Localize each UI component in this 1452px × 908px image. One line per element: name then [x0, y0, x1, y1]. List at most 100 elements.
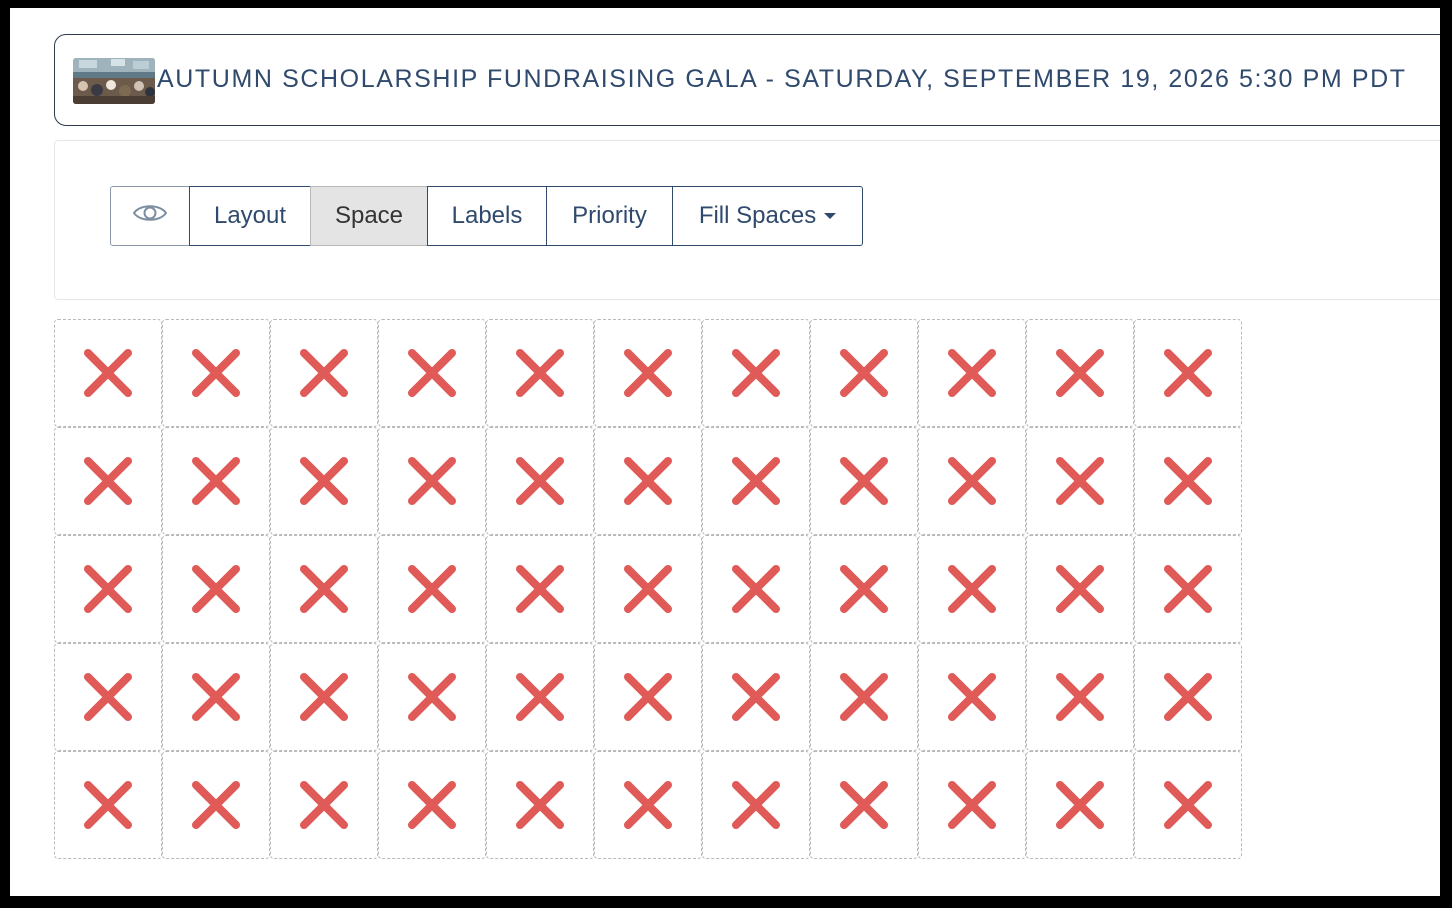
- x-mark-icon: [730, 671, 782, 723]
- event-title: AUTUMN SCHOLARSHIP FUNDRAISING GALA - SA…: [157, 65, 1407, 93]
- seat-cell[interactable]: [162, 319, 270, 427]
- x-mark-icon: [298, 779, 350, 831]
- seat-cell[interactable]: [54, 535, 162, 643]
- x-mark-icon: [838, 779, 890, 831]
- seat-cell[interactable]: [378, 751, 486, 859]
- seat-cell[interactable]: [594, 427, 702, 535]
- seat-cell[interactable]: [1026, 319, 1134, 427]
- seat-cell[interactable]: [918, 643, 1026, 751]
- seat-cell[interactable]: [1026, 535, 1134, 643]
- seat-cell[interactable]: [162, 643, 270, 751]
- seat-cell[interactable]: [810, 427, 918, 535]
- seat-cell[interactable]: [810, 643, 918, 751]
- x-mark-icon: [190, 779, 242, 831]
- seat-cell[interactable]: [594, 535, 702, 643]
- x-mark-icon: [82, 455, 134, 507]
- fill-spaces-dropdown-button[interactable]: Fill Spaces: [672, 186, 863, 246]
- seat-cell[interactable]: [594, 319, 702, 427]
- x-mark-icon: [298, 563, 350, 615]
- seat-cell[interactable]: [1026, 751, 1134, 859]
- x-mark-icon: [298, 347, 350, 399]
- seat-cell[interactable]: [270, 643, 378, 751]
- seat-cell[interactable]: [918, 319, 1026, 427]
- priority-button-label: Priority: [572, 202, 647, 229]
- seat-cell[interactable]: [162, 427, 270, 535]
- seat-cell[interactable]: [702, 535, 810, 643]
- x-mark-icon: [514, 563, 566, 615]
- seat-cell[interactable]: [702, 427, 810, 535]
- seat-cell[interactable]: [270, 427, 378, 535]
- x-mark-icon: [406, 455, 458, 507]
- seat-cell[interactable]: [594, 751, 702, 859]
- seat-cell[interactable]: [810, 751, 918, 859]
- x-mark-icon: [1162, 779, 1214, 831]
- x-mark-icon: [514, 671, 566, 723]
- seat-cell[interactable]: [1026, 427, 1134, 535]
- seat-cell[interactable]: [810, 535, 918, 643]
- seat-cell[interactable]: [918, 427, 1026, 535]
- seat-cell[interactable]: [594, 643, 702, 751]
- seat-cell[interactable]: [702, 643, 810, 751]
- seat-cell[interactable]: [702, 319, 810, 427]
- labels-button[interactable]: Labels: [427, 186, 547, 246]
- layout-button[interactable]: Layout: [189, 186, 311, 246]
- seat-cell[interactable]: [486, 319, 594, 427]
- seat-cell[interactable]: [270, 535, 378, 643]
- x-mark-icon: [514, 779, 566, 831]
- x-mark-icon: [1054, 455, 1106, 507]
- x-mark-icon: [190, 455, 242, 507]
- seat-cell[interactable]: [54, 427, 162, 535]
- seat-cell[interactable]: [54, 643, 162, 751]
- fill-spaces-button-label: Fill Spaces: [698, 202, 817, 229]
- x-mark-icon: [190, 671, 242, 723]
- x-mark-icon: [406, 347, 458, 399]
- seat-cell[interactable]: [486, 535, 594, 643]
- x-mark-icon: [1162, 563, 1214, 615]
- x-mark-icon: [1054, 347, 1106, 399]
- seat-cell[interactable]: [1134, 751, 1242, 859]
- seat-cell[interactable]: [378, 319, 486, 427]
- seat-cell[interactable]: [918, 535, 1026, 643]
- seat-cell[interactable]: [54, 319, 162, 427]
- space-button[interactable]: Space: [310, 186, 428, 246]
- seat-cell[interactable]: [1026, 643, 1134, 751]
- seat-cell[interactable]: [378, 535, 486, 643]
- seat-cell[interactable]: [378, 643, 486, 751]
- seat-cell[interactable]: [162, 751, 270, 859]
- seat-cell[interactable]: [486, 427, 594, 535]
- x-mark-icon: [406, 671, 458, 723]
- x-mark-icon: [838, 563, 890, 615]
- seat-cell[interactable]: [270, 751, 378, 859]
- event-header: AUTUMN SCHOLARSHIP FUNDRAISING GALA - SA…: [54, 34, 1440, 126]
- seat-cell[interactable]: [486, 643, 594, 751]
- x-mark-icon: [946, 671, 998, 723]
- eye-icon: [132, 202, 168, 231]
- x-mark-icon: [946, 347, 998, 399]
- x-mark-icon: [298, 455, 350, 507]
- seat-cell[interactable]: [1134, 643, 1242, 751]
- x-mark-icon: [946, 779, 998, 831]
- seat-cell[interactable]: [702, 751, 810, 859]
- seat-cell[interactable]: [1134, 535, 1242, 643]
- x-mark-icon: [514, 347, 566, 399]
- caret-down-icon: [824, 213, 837, 219]
- seat-cell[interactable]: [1134, 319, 1242, 427]
- seat-cell[interactable]: [270, 319, 378, 427]
- seat-cell[interactable]: [810, 319, 918, 427]
- event-photo-thumbnail: [73, 58, 155, 104]
- x-mark-icon: [190, 563, 242, 615]
- seat-cell[interactable]: [486, 751, 594, 859]
- priority-button[interactable]: Priority: [546, 186, 673, 246]
- seat-cell[interactable]: [54, 751, 162, 859]
- x-mark-icon: [82, 671, 134, 723]
- x-mark-icon: [838, 347, 890, 399]
- seat-cell[interactable]: [918, 751, 1026, 859]
- seat-cell[interactable]: [162, 535, 270, 643]
- seat-cell[interactable]: [378, 427, 486, 535]
- space-button-label: Space: [334, 202, 404, 229]
- view-mode-button-group: Layout Space Labels Priority Fill Spaces: [110, 186, 863, 246]
- preview-button[interactable]: [110, 186, 190, 246]
- x-mark-icon: [190, 347, 242, 399]
- x-mark-icon: [730, 455, 782, 507]
- seat-cell[interactable]: [1134, 427, 1242, 535]
